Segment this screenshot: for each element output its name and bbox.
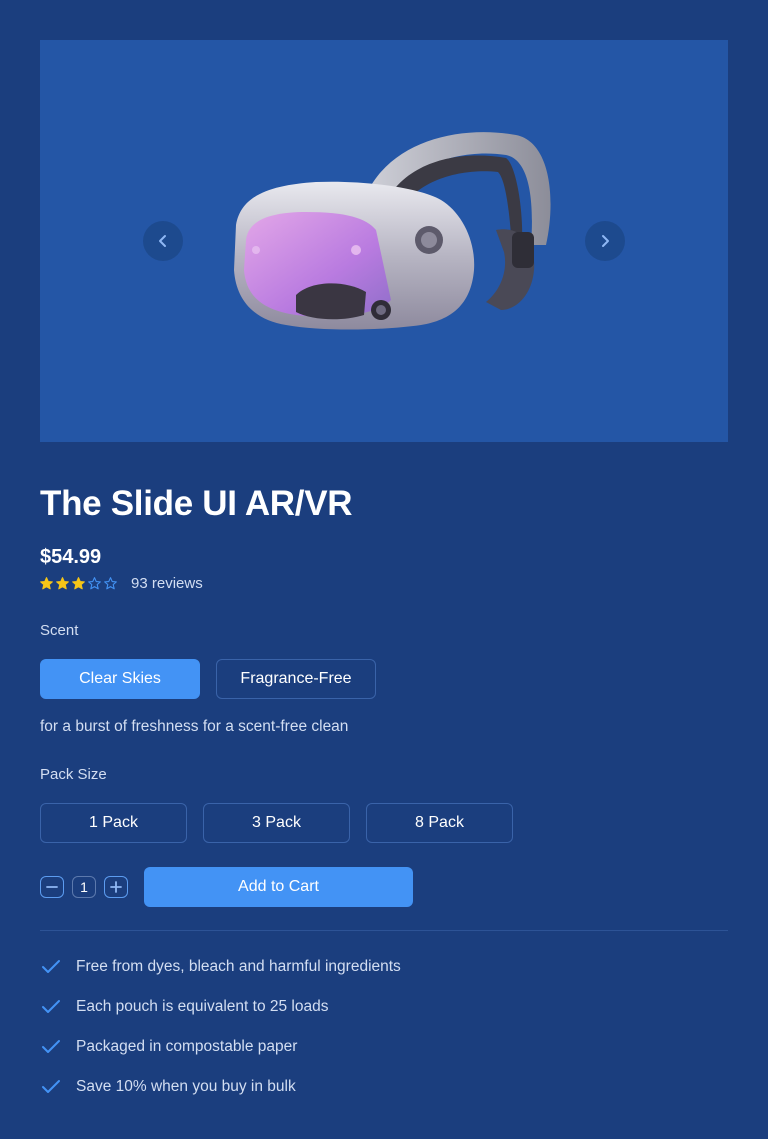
star-empty-icon (88, 576, 101, 589)
rating-stars (40, 576, 117, 590)
check-icon (40, 996, 62, 1018)
scent-option-clear-skies[interactable]: Clear Skies (40, 659, 200, 699)
check-icon (40, 956, 62, 978)
gallery-next-button[interactable] (585, 221, 625, 261)
feature-item: Save 10% when you buy in bulk (40, 1067, 401, 1107)
feature-item: Each pouch is equivalent to 25 loads (40, 987, 401, 1027)
feature-text: Free from dyes, bleach and harmful ingre… (76, 958, 401, 975)
scent-option-fragrance-free[interactable]: Fragrance-Free (216, 659, 376, 699)
pack-option-3[interactable]: 3 Pack (203, 803, 350, 843)
quantity-decrease-button[interactable] (40, 876, 64, 898)
gallery-prev-button[interactable] (143, 221, 183, 261)
feature-text: Save 10% when you buy in bulk (76, 1078, 296, 1095)
feature-item: Free from dyes, bleach and harmful ingre… (40, 947, 401, 987)
plus-icon (110, 881, 122, 893)
product-title: The Slide UI AR/VR (40, 484, 353, 523)
scent-label: Scent (40, 622, 79, 639)
star-filled-icon (40, 576, 53, 589)
scent-description: for a burst of freshness for a scent-fre… (40, 718, 349, 735)
star-filled-icon (72, 576, 85, 589)
reviews-link[interactable]: 93 reviews (131, 575, 203, 592)
product-rating: 93 reviews (40, 572, 203, 594)
star-empty-icon (104, 576, 117, 589)
minus-icon (46, 886, 58, 888)
vr-headset-image (234, 132, 551, 330)
star-filled-icon (56, 576, 69, 589)
feature-text: Packaged in compostable paper (76, 1038, 298, 1055)
pack-size-label: Pack Size (40, 766, 107, 783)
check-icon (40, 1076, 62, 1098)
check-icon (40, 1036, 62, 1058)
feature-list: Free from dyes, bleach and harmful ingre… (40, 947, 401, 1107)
pack-option-8[interactable]: 8 Pack (366, 803, 513, 843)
quantity-increase-button[interactable] (104, 876, 128, 898)
chevron-right-icon (602, 235, 609, 247)
feature-item: Packaged in compostable paper (40, 1027, 401, 1067)
pack-option-1[interactable]: 1 Pack (40, 803, 187, 843)
chevron-left-icon (159, 235, 166, 247)
divider (40, 930, 728, 931)
quantity-value[interactable]: 1 (72, 876, 96, 898)
product-gallery (40, 40, 728, 442)
product-price: $54.99 (40, 546, 102, 568)
add-to-cart-button[interactable]: Add to Cart (144, 867, 413, 907)
feature-text: Each pouch is equivalent to 25 loads (76, 998, 329, 1015)
